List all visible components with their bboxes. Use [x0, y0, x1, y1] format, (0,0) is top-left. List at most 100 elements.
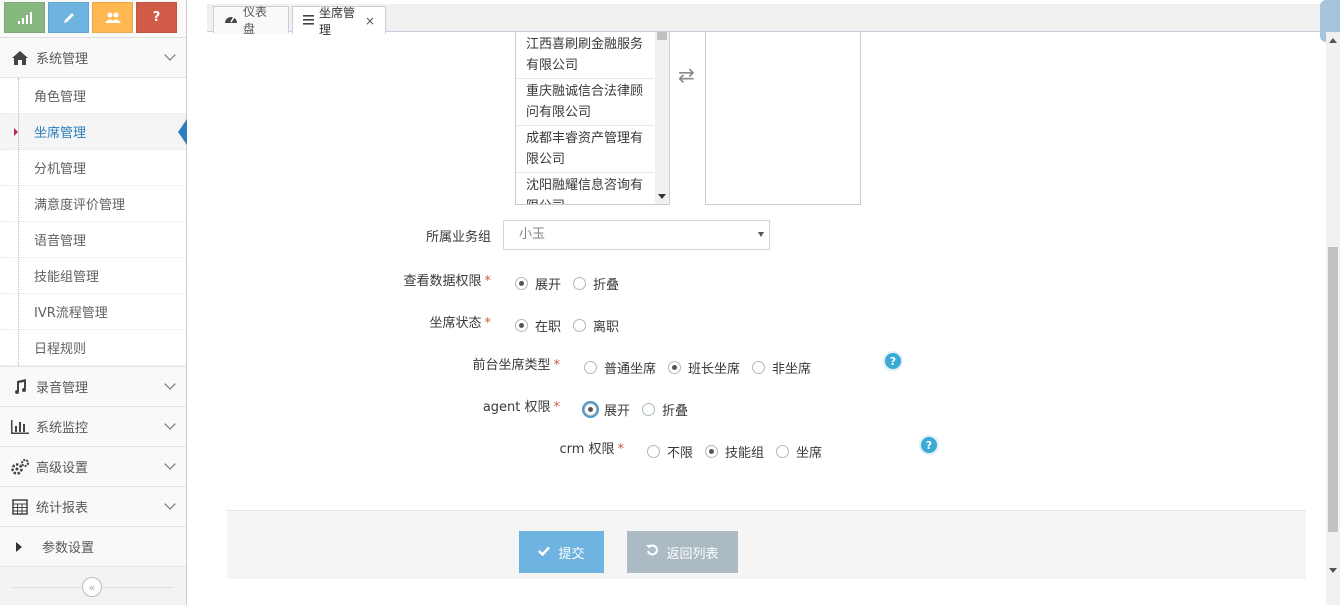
- list-item[interactable]: 成都丰睿资产管理有限公司: [516, 126, 654, 173]
- menu-label: 高级设置: [36, 461, 89, 476]
- select-value: 小玉: [519, 227, 546, 242]
- help-icon[interactable]: ?: [883, 351, 903, 371]
- list-item[interactable]: 沈阳融耀信息咨询有限公司: [516, 173, 654, 204]
- agent-status-left[interactable]: 离职: [573, 316, 619, 335]
- radio-checked[interactable]: [515, 277, 528, 290]
- agent-permission-collapse[interactable]: 折叠: [642, 400, 688, 419]
- chevron-down-icon: [164, 49, 176, 61]
- radio-unchecked[interactable]: [752, 361, 766, 374]
- menu-reports[interactable]: 统计报表: [0, 487, 186, 527]
- sub-label: IVR流程管理: [34, 306, 108, 321]
- active-pointer: [178, 119, 187, 145]
- submit-button[interactable]: 提交: [519, 531, 604, 573]
- menu-label: 录音管理: [36, 381, 89, 396]
- agent-permission-expand[interactable]: 展开: [584, 400, 630, 419]
- help-icon[interactable]: ?: [136, 2, 177, 33]
- agent-status-label: 坐席状态 *: [429, 316, 491, 331]
- list-item[interactable]: 重庆融诚信合法律顾问有限公司: [516, 79, 654, 126]
- tab-agent-mgmt[interactable]: 坐席管理 ×: [292, 6, 386, 37]
- sub-label: 语音管理: [34, 234, 87, 249]
- radio-unchecked[interactable]: [584, 361, 597, 374]
- radio-unchecked[interactable]: [776, 445, 790, 458]
- sub-label: 技能组管理: [34, 270, 100, 285]
- radio-checked[interactable]: [668, 361, 682, 374]
- menu-advanced[interactable]: 高级设置: [0, 447, 186, 487]
- crm-permission-agent[interactable]: 坐席: [776, 442, 822, 461]
- sub-label: 日程规则: [34, 342, 87, 357]
- front-type-label: 前台坐席类型 *: [472, 358, 560, 373]
- radio-unchecked[interactable]: [573, 277, 587, 290]
- scroll-thumb[interactable]: [1328, 247, 1338, 532]
- scroll-down-icon[interactable]: [658, 194, 666, 199]
- scroll-down-icon[interactable]: [1329, 568, 1337, 573]
- radio-unchecked[interactable]: [642, 403, 656, 416]
- scroll-up-icon[interactable]: [1329, 38, 1337, 43]
- selected-list[interactable]: [705, 32, 861, 205]
- chevron-down-icon: [164, 418, 176, 430]
- menu-params[interactable]: 参数设置: [0, 527, 186, 567]
- list-scrollbar[interactable]: [655, 32, 669, 204]
- radio-checked[interactable]: [584, 403, 597, 416]
- collapse-sidebar-button[interactable]: «: [82, 577, 102, 597]
- button-label: 提交: [558, 546, 585, 562]
- crm-permission-group: 不限 技能组 坐席: [647, 442, 834, 461]
- menu-label: 统计报表: [36, 501, 89, 516]
- back-to-list-button[interactable]: 返回列表: [627, 531, 738, 573]
- sidebar-item-ivr[interactable]: IVR流程管理: [0, 294, 186, 330]
- menu-monitor[interactable]: 系统监控: [0, 407, 186, 447]
- menu-label: 系统管理: [36, 52, 89, 67]
- sidebar-collapse-bar: «: [0, 567, 186, 605]
- sidebar-item-extensions[interactable]: 分机管理: [0, 150, 186, 186]
- agent-permission-label: agent 权限 *: [482, 400, 560, 415]
- sidebar-item-skill-groups[interactable]: 技能组管理: [0, 258, 186, 294]
- pencil-icon[interactable]: [48, 2, 89, 33]
- caret-right-icon: [16, 539, 36, 555]
- view-permission-label: 查看数据权限 *: [403, 274, 491, 289]
- view-permission-group: 展开 折叠: [515, 274, 631, 293]
- submenu-guide-line: [18, 78, 19, 366]
- view-permission-expand[interactable]: 展开: [515, 274, 561, 293]
- tab-dashboard[interactable]: 仪表盘: [213, 5, 289, 36]
- tab-label: 仪表盘: [243, 5, 268, 36]
- radio-unchecked[interactable]: [573, 319, 587, 332]
- sidebar-item-schedule[interactable]: 日程规则: [0, 330, 186, 366]
- sidebar-item-voice[interactable]: 语音管理: [0, 222, 186, 258]
- front-type-none[interactable]: 非坐席: [752, 358, 811, 377]
- close-icon[interactable]: ×: [365, 14, 375, 28]
- agent-permission-group: 展开 折叠: [584, 400, 700, 419]
- calculator-icon: [10, 498, 30, 515]
- list-icon: [303, 14, 314, 28]
- help-icon[interactable]: ?: [919, 435, 939, 455]
- sub-label: 满意度评价管理: [34, 198, 126, 213]
- check-icon: [538, 545, 551, 560]
- crm-permission-skill-group[interactable]: 技能组: [705, 442, 764, 461]
- agent-status-group: 在职 离职: [515, 316, 631, 335]
- available-list[interactable]: 江西喜刷刷金融服务有限公司 重庆融诚信合法律顾问有限公司 成都丰睿资产管理有限公…: [515, 32, 670, 205]
- front-type-normal[interactable]: 普通坐席: [584, 358, 656, 377]
- sub-label: 角色管理: [34, 90, 87, 105]
- submenu-system: 角色管理 坐席管理 分机管理 满意度评价管理 语音管理 技能组管理 IVR流程管…: [0, 78, 187, 367]
- users-icon[interactable]: [92, 2, 133, 33]
- dashboard-icon: [224, 13, 238, 27]
- menu-recording[interactable]: 录音管理: [0, 367, 186, 407]
- chevron-down-icon: [758, 232, 764, 237]
- view-permission-collapse[interactable]: 折叠: [573, 274, 619, 293]
- business-group-label: 所属业务组: [425, 230, 491, 245]
- page-scrollbar[interactable]: [1326, 32, 1340, 605]
- signal-icon[interactable]: [4, 2, 45, 33]
- crm-permission-unlimited[interactable]: 不限: [647, 442, 693, 461]
- agent-status-active[interactable]: 在职: [515, 316, 561, 335]
- radio-checked[interactable]: [705, 445, 719, 458]
- sidebar-item-roles[interactable]: 角色管理: [0, 78, 186, 114]
- sub-label: 分机管理: [34, 162, 87, 177]
- front-type-leader[interactable]: 班长坐席: [668, 358, 740, 377]
- business-group-select[interactable]: 小玉: [503, 220, 770, 250]
- menu-system-mgmt[interactable]: 系统管理: [0, 38, 186, 78]
- swap-icon[interactable]: ⇄: [678, 63, 695, 87]
- radio-unchecked[interactable]: [647, 445, 660, 458]
- sidebar-item-agents[interactable]: 坐席管理: [0, 114, 187, 150]
- list-item[interactable]: 江西喜刷刷金融服务有限公司: [516, 32, 654, 79]
- chevron-down-icon: [164, 378, 176, 390]
- sidebar-item-satisfaction[interactable]: 满意度评价管理: [0, 186, 186, 222]
- radio-checked[interactable]: [515, 319, 528, 332]
